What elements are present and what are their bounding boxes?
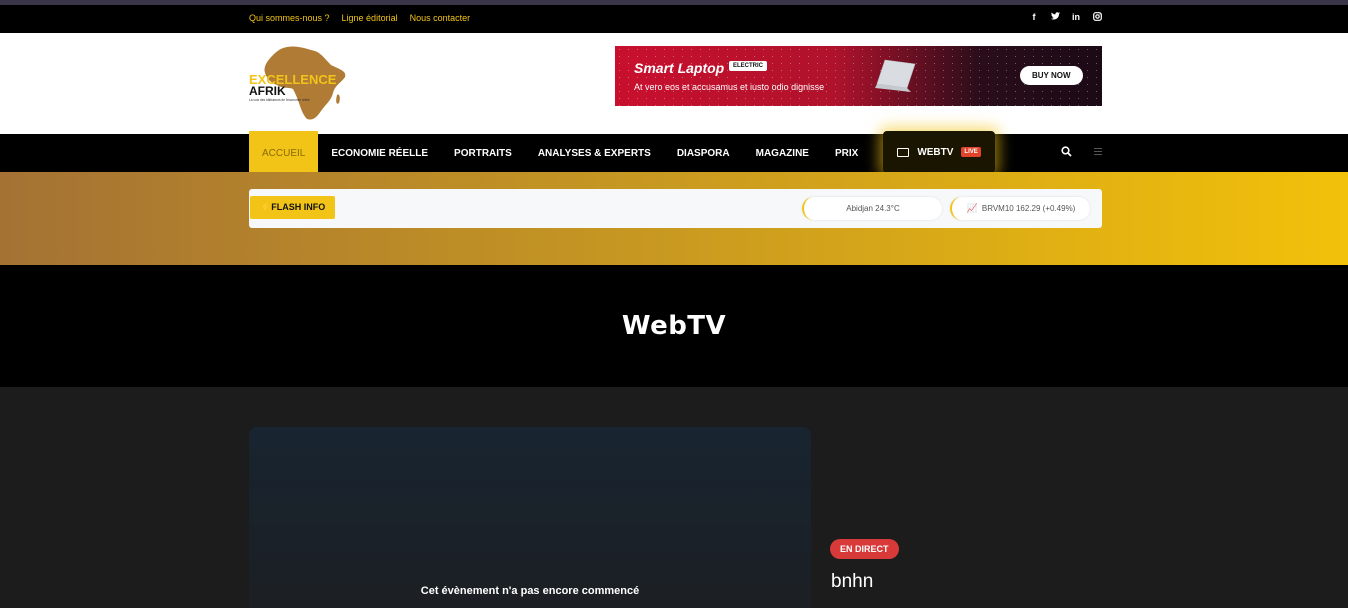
weather-text: Abidjan 24.3°C bbox=[846, 204, 900, 213]
buy-now-button[interactable]: BUY NOW bbox=[1020, 66, 1083, 85]
nav-items: ACCUEIL ECONOMIE RÉELLE PORTRAITS ANALYS… bbox=[249, 131, 995, 173]
top-bar: Qui sommes-nous ? Ligne éditorial Nous c… bbox=[0, 5, 1348, 33]
weather-widget: Abidjan 24.3°C bbox=[802, 197, 942, 220]
nav-item-magazine[interactable]: MAGAZINE bbox=[743, 134, 822, 172]
link-editorial[interactable]: Ligne éditorial bbox=[342, 13, 398, 23]
svg-text:La voix des bâtisseurs de l'éc: La voix des bâtisseurs de l'économie rée… bbox=[249, 98, 310, 102]
svg-text:AFRIK: AFRIK bbox=[249, 84, 286, 98]
ad-banner[interactable]: Smart Laptop ELECTRIC At vero eos et acc… bbox=[615, 46, 1102, 106]
flash-info-label: FLASH INFO bbox=[271, 202, 326, 212]
player-message: Cet évènement n'a pas encore commencé bbox=[420, 585, 640, 597]
laptop-image bbox=[875, 59, 916, 92]
search-icon[interactable] bbox=[1061, 146, 1072, 157]
ad-title: Smart Laptop bbox=[634, 60, 725, 76]
nav-item-economie[interactable]: ECONOMIE RÉELLE bbox=[318, 134, 441, 172]
social-links: f in bbox=[1029, 12, 1102, 23]
page-hero: WebTV bbox=[0, 265, 1348, 387]
page-title: WebTV bbox=[621, 311, 727, 341]
video-player[interactable]: Cet évènement n'a pas encore commencé bbox=[249, 427, 811, 608]
ad-badge: ELECTRIC bbox=[729, 61, 767, 71]
top-links: Qui sommes-nous ? Ligne éditorial Nous c… bbox=[249, 13, 470, 23]
nav-item-diaspora[interactable]: DIASPORA bbox=[664, 134, 743, 172]
link-about[interactable]: Qui sommes-nous ? bbox=[249, 13, 330, 23]
ad-subtitle: At vero eos et accusamus et iusto odio d… bbox=[634, 82, 825, 92]
live-badge-small: LIVE bbox=[961, 147, 981, 157]
instagram-icon[interactable] bbox=[1092, 12, 1102, 23]
nav-item-webtv[interactable]: WEBTV LIVE bbox=[883, 131, 995, 173]
site-header: EXCELLENCE AFRIK La voix des bâtisseurs … bbox=[0, 33, 1348, 134]
stock-widget: 📈 BRVM10 162.29 (+0.49%) bbox=[950, 197, 1090, 220]
twitter-icon[interactable] bbox=[1050, 12, 1060, 23]
nav-item-prix[interactable]: PRIX bbox=[822, 134, 871, 172]
linkedin-icon[interactable]: in bbox=[1071, 12, 1081, 23]
chart-icon: 📈 bbox=[966, 203, 978, 213]
ticker-band: ⚡FLASH INFO Abidjan 24.3°C 📈 BRVM10 162.… bbox=[0, 172, 1348, 265]
facebook-icon[interactable]: f bbox=[1029, 12, 1039, 23]
flash-ticker: ⚡FLASH INFO Abidjan 24.3°C 📈 BRVM10 162.… bbox=[249, 189, 1102, 228]
event-title: bnhn bbox=[831, 571, 874, 592]
nav-item-analyses[interactable]: ANALYSES & EXPERTS bbox=[525, 134, 664, 172]
main-nav: ACCUEIL ECONOMIE RÉELLE PORTRAITS ANALYS… bbox=[0, 131, 1348, 173]
live-status-badge: EN DIRECT bbox=[830, 539, 899, 559]
webtv-label: WEBTV bbox=[917, 146, 954, 158]
stock-text: BRVM10 162.29 (+0.49%) bbox=[981, 204, 1076, 213]
main-content: Cet évènement n'a pas encore commencé EN… bbox=[0, 387, 1348, 608]
flash-info-button[interactable]: ⚡FLASH INFO bbox=[250, 196, 336, 219]
link-contact[interactable]: Nous contacter bbox=[410, 13, 471, 23]
tv-icon bbox=[897, 147, 910, 157]
nav-item-portraits[interactable]: PORTRAITS bbox=[441, 134, 525, 172]
site-logo[interactable]: EXCELLENCE AFRIK La voix des bâtisseurs … bbox=[249, 45, 349, 121]
nav-item-accueil[interactable]: ACCUEIL bbox=[249, 131, 319, 172]
menu-icon[interactable] bbox=[1094, 148, 1102, 156]
